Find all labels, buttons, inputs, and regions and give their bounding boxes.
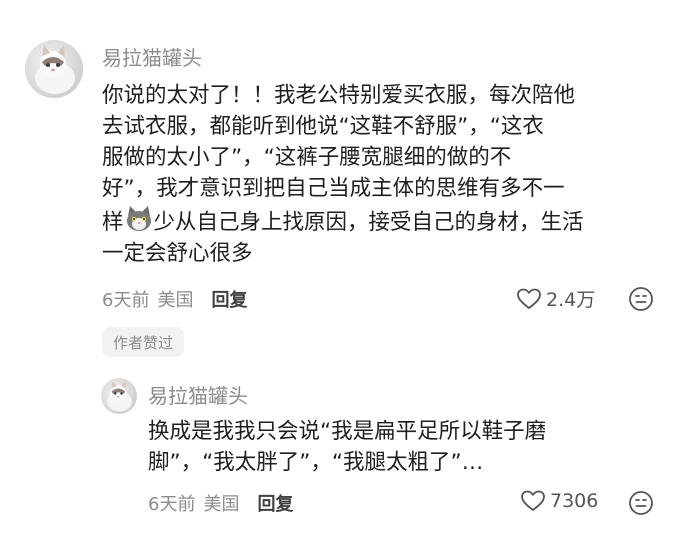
comment-line: 好”，我才意识到把自己当成主体的思维有多不一 — [102, 176, 565, 201]
reply-button[interactable]: 回复 — [211, 286, 247, 312]
like-button[interactable]: 2.4万 — [516, 285, 595, 312]
comment-line: 样 少从自己身上找原因，接受自己的身材，生活 — [102, 204, 672, 238]
comment-line: 服做的太小了”，“这裤子腰宽腿细的做的不 — [102, 145, 512, 170]
reply-avatar[interactable] — [101, 378, 137, 414]
reply-line: 换成是我我只会说“我是扁平足所以鞋子磨 — [148, 419, 547, 444]
comment-line-start: 样 — [102, 210, 124, 235]
emoji-icon — [629, 287, 653, 311]
avatar[interactable] — [25, 40, 83, 98]
comment-line-end: 少从自己身上找原因，接受自己的身材，生活 — [153, 210, 584, 235]
reply-line: 脚”，“我太胖了”，“我腿太粗了”… — [148, 450, 484, 475]
reply-reply-button[interactable]: 回复 — [257, 490, 293, 516]
reply-meta: 6天前 美国 回复 — [148, 490, 293, 516]
comment-line: 你说的太对了！！我老公特别爱买衣服，每次陪他 — [102, 83, 576, 108]
reply-like-count: 7306 — [550, 490, 599, 512]
reply-username[interactable]: 易拉猫罐头 — [148, 380, 248, 409]
comment-meta: 6天前 美国 回复 — [102, 286, 247, 312]
comment-line: 一定会舒心很多 — [102, 241, 253, 266]
comment-line: 去试衣服，都能听到他说“这鞋不舒服”，“这衣 — [102, 114, 544, 139]
emoji-icon — [629, 491, 653, 515]
cat-avatar-image — [107, 381, 133, 412]
reply-like-button[interactable]: 7306 — [520, 489, 598, 513]
comment-location: 美国 — [157, 290, 194, 311]
cat-avatar-image — [35, 45, 75, 94]
reply-location: 美国 — [203, 494, 240, 515]
cat-face-icon — [124, 204, 154, 234]
reply-emoji-button[interactable] — [628, 490, 654, 520]
emoji-button[interactable] — [628, 286, 654, 316]
comment-text: 你说的太对了！！我老公特别爱买衣服，每次陪他 去试衣服，都能听到他说“这鞋不舒服… — [102, 80, 672, 269]
heart-outline-icon — [517, 288, 541, 309]
username[interactable]: 易拉猫罐头 — [102, 42, 202, 71]
like-count: 2.4万 — [546, 289, 596, 311]
reply-time: 6天前 — [148, 494, 196, 515]
heart-outline-icon — [521, 490, 545, 511]
author-liked-badge: 作者赞过 — [102, 327, 185, 357]
reply-text: 换成是我我只会说“我是扁平足所以鞋子磨 脚”，“我太胖了”，“我腿太粗了”… — [148, 416, 668, 478]
comment-time: 6天前 — [102, 290, 150, 311]
